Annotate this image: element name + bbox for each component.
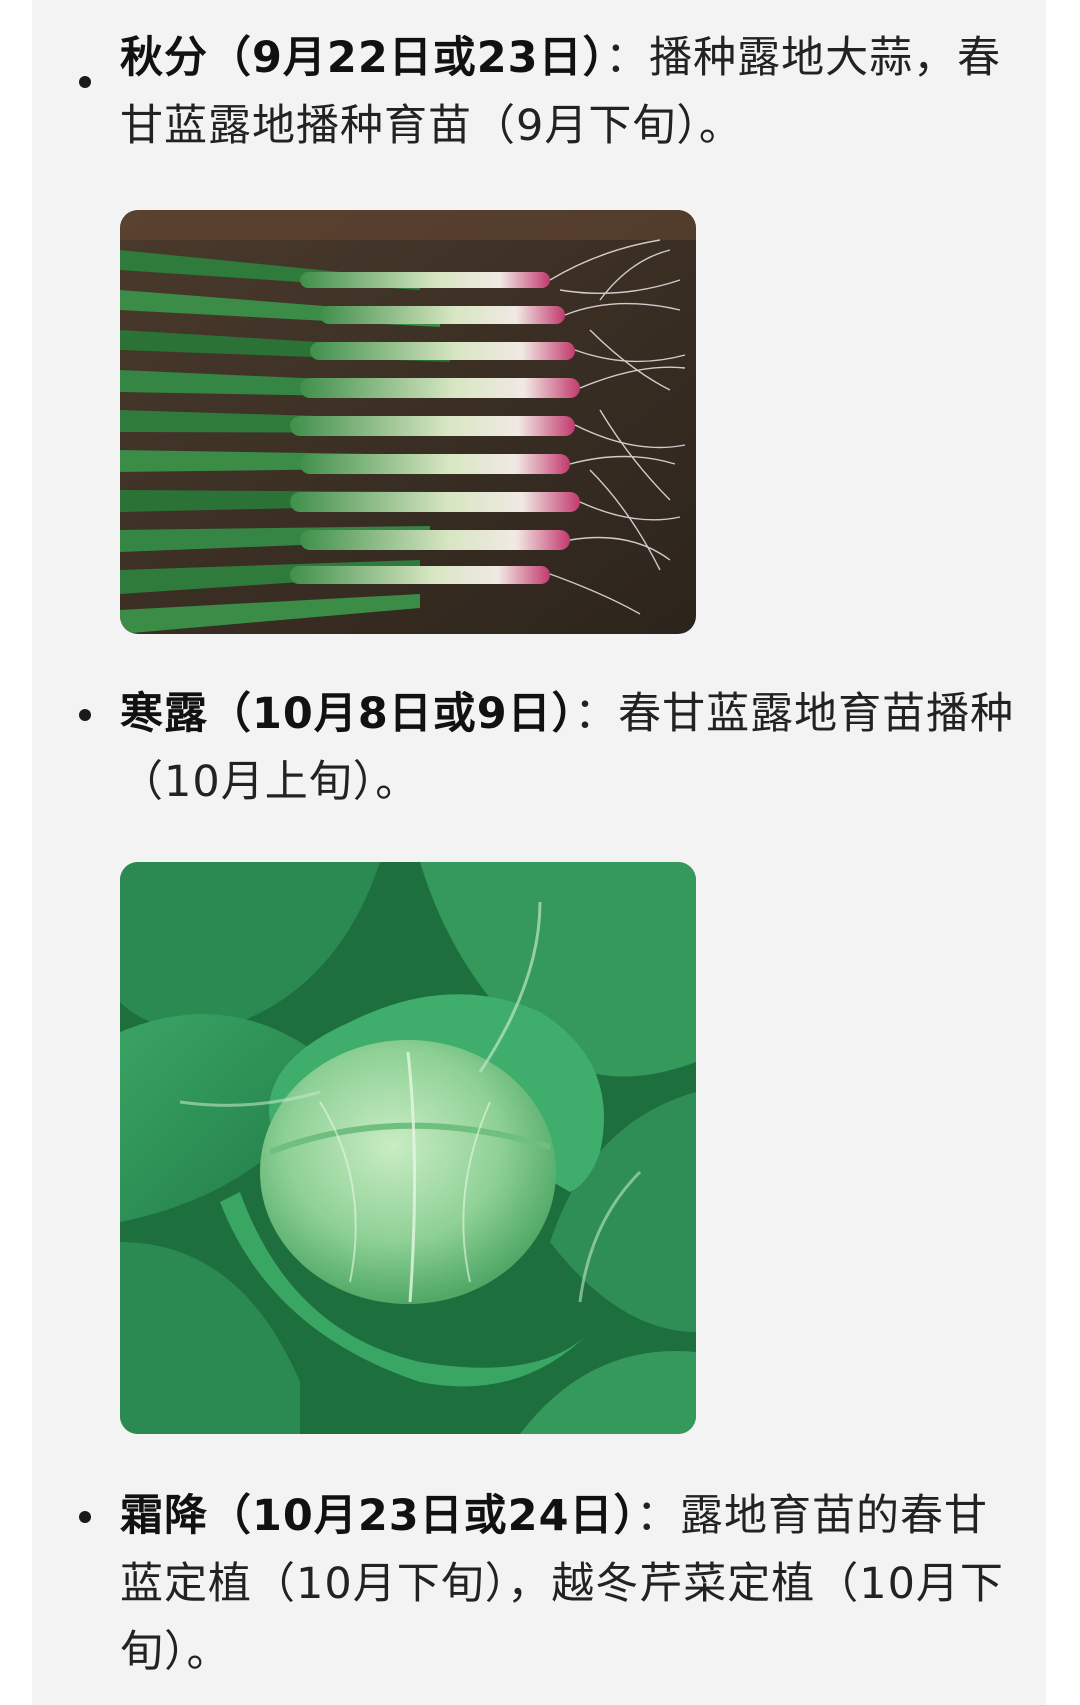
- garlic-seedlings-image: [120, 210, 696, 634]
- list-item-text: 秋分（9月22日或23日）：播种露地大蒜，春甘蓝露地播种育苗（9月下旬）。: [120, 24, 1020, 160]
- bullet-icon: [79, 709, 91, 721]
- list-item-text: 寒露（10月8日或9日）：春甘蓝露地育苗播种（10月上旬）。: [120, 680, 1020, 816]
- list-item-text: 霜降（10月23日或24日）：露地育苗的春甘蓝定植（10月下旬），越冬芹菜定植（…: [120, 1482, 1020, 1686]
- cabbage-image: [120, 862, 696, 1434]
- bullet-icon: [79, 76, 91, 88]
- solar-term-name: 寒露（10月8日或9日）: [120, 689, 575, 739]
- article-body: 秋分（9月22日或23日）：播种露地大蒜，春甘蓝露地播种育苗（9月下旬）。 寒露…: [32, 0, 1046, 1705]
- solar-term-name: 霜降（10月23日或24日）: [120, 1491, 637, 1541]
- bullet-icon: [79, 1511, 91, 1523]
- solar-term-name: 秋分（9月22日或23日）: [120, 33, 606, 83]
